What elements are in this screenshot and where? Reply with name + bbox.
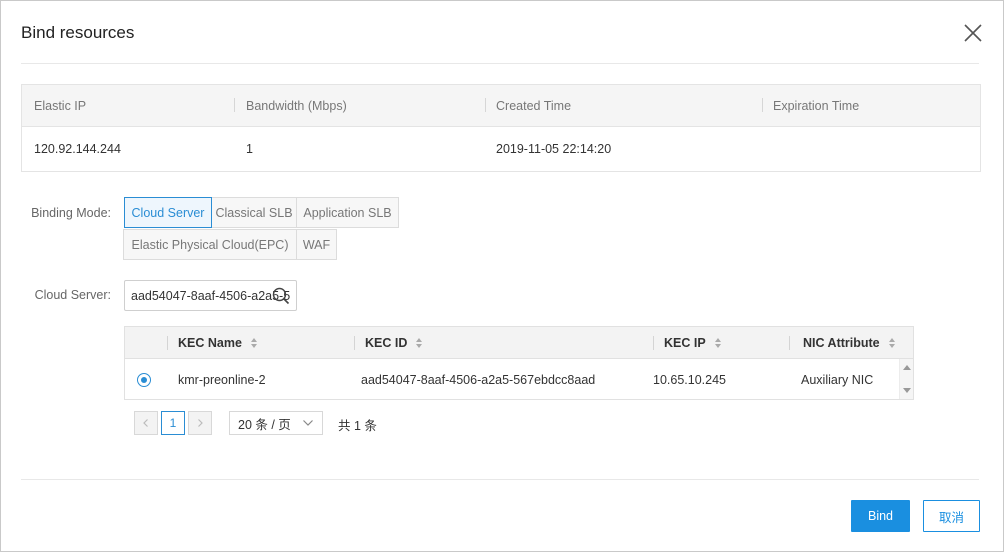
kec-table-header: KEC Name KEC ID KEC IP NIC Attribute: [125, 327, 913, 359]
kec-name-value: kmr-preonline-2: [178, 372, 266, 387]
sort-icon[interactable]: [714, 337, 722, 349]
table-row[interactable]: kmr-preonline-2 aad54047-8aaf-4506-a2a5-…: [125, 359, 913, 400]
column-divider: [167, 336, 168, 350]
header-kec-ip[interactable]: KEC IP: [664, 327, 722, 358]
table-row: 120.92.144.244 1 2019-11-05 22:14:20: [22, 127, 980, 171]
elastic-ip-value: 120.92.144.244: [34, 142, 121, 156]
search-icon[interactable]: [271, 286, 291, 306]
total-count: 共 1 条: [338, 419, 377, 433]
chevron-right-icon: [198, 419, 203, 427]
header-expiration-time: Expiration Time: [773, 98, 860, 113]
sort-icon[interactable]: [250, 337, 258, 349]
sort-icon[interactable]: [888, 337, 896, 349]
mode-waf-button[interactable]: WAF: [296, 229, 337, 260]
header-nic-attribute-label: NIC Attribute: [803, 335, 880, 350]
mode-classical-slb-button[interactable]: Classical SLB: [211, 197, 297, 228]
cloud-server-label: Cloud Server:: [34, 288, 111, 302]
row-select-radio[interactable]: [137, 373, 151, 387]
footer-divider: [21, 479, 979, 480]
created-time-value: 2019-11-05 22:14:20: [496, 142, 612, 156]
scroll-up-icon[interactable]: [903, 365, 911, 370]
nic-attribute-value: Auxiliary NIC: [801, 372, 874, 387]
vertical-scrollbar[interactable]: [899, 359, 913, 399]
header-kec-id[interactable]: KEC ID: [365, 327, 423, 358]
page-size-value: 20 条 / 页: [238, 417, 291, 432]
header-kec-id-label: KEC ID: [365, 335, 408, 350]
header-created-time: Created Time: [496, 98, 572, 113]
column-divider: [485, 98, 486, 112]
header-nic-attribute[interactable]: NIC Attribute: [803, 327, 896, 358]
dialog-title: Bind resources: [21, 23, 135, 42]
elastic-ip-table: Elastic IP Bandwidth (Mbps) Created Time…: [21, 84, 981, 172]
bind-button[interactable]: Bind: [851, 500, 910, 532]
bandwidth-value: 1: [246, 142, 253, 156]
mode-cloud-server-button[interactable]: Cloud Server: [124, 197, 212, 228]
binding-mode-label: Binding Mode:: [31, 206, 111, 220]
next-page-button[interactable]: [188, 411, 212, 435]
column-divider: [762, 98, 763, 112]
column-divider: [789, 336, 790, 350]
page-1-button[interactable]: 1: [161, 411, 185, 435]
elastic-ip-table-header: Elastic IP Bandwidth (Mbps) Created Time…: [22, 85, 980, 127]
header-elastic-ip: Elastic IP: [34, 98, 87, 113]
kec-id-value: aad54047-8aaf-4506-a2a5-567ebdcc8aad: [361, 372, 596, 387]
kec-ip-value: 10.65.10.245: [653, 372, 726, 387]
title-divider: [21, 63, 979, 64]
mode-epc-button[interactable]: Elastic Physical Cloud(EPC): [123, 229, 297, 260]
chevron-left-icon: [143, 419, 148, 427]
sort-icon[interactable]: [415, 337, 423, 349]
bind-resources-dialog: Bind resources Elastic IP Bandwidth (Mbp…: [0, 0, 1004, 552]
close-icon[interactable]: [962, 22, 984, 44]
header-bandwidth: Bandwidth (Mbps): [246, 98, 347, 113]
column-divider: [354, 336, 355, 350]
page-size-select[interactable]: 20 条 / 页: [229, 411, 323, 435]
header-kec-ip-label: KEC IP: [664, 335, 706, 350]
kec-table: KEC Name KEC ID KEC IP NIC Attribute kmr…: [124, 326, 914, 400]
prev-page-button[interactable]: [134, 411, 158, 435]
chevron-down-icon: [303, 420, 313, 426]
header-kec-name[interactable]: KEC Name: [178, 327, 258, 358]
mode-application-slb-button[interactable]: Application SLB: [296, 197, 399, 228]
scroll-down-icon[interactable]: [903, 388, 911, 393]
column-divider: [653, 336, 654, 350]
cancel-button[interactable]: 取消: [923, 500, 980, 532]
header-kec-name-label: KEC Name: [178, 335, 242, 350]
column-divider: [234, 98, 235, 112]
